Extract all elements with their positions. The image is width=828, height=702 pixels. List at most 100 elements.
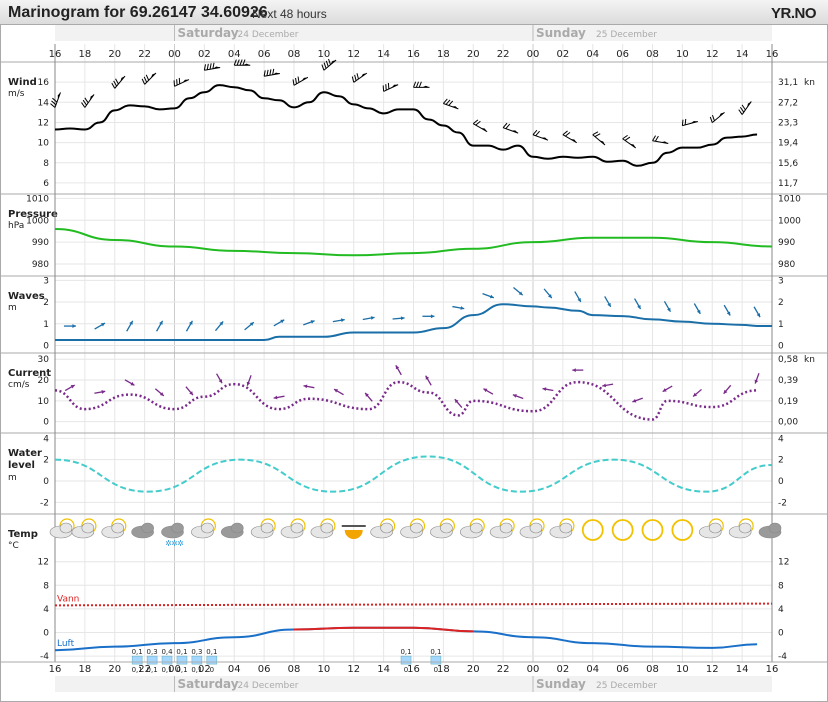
y-tick-label: 14	[38, 98, 50, 108]
hour-tick-label: 08	[288, 664, 301, 675]
y-tick-label: 3	[43, 276, 49, 286]
right-unit-label: kn	[804, 78, 815, 88]
right-tick-label: 0	[778, 477, 784, 487]
panel-unit: cm/s	[8, 380, 30, 390]
svg-text:✲: ✲	[177, 539, 184, 548]
y-tick-label: 990	[32, 238, 49, 248]
water-temp-label: Vann	[57, 594, 79, 604]
y-tick-label: 4	[43, 434, 49, 444]
y-tick-label: 980	[32, 260, 49, 270]
hour-tick-label: 08	[646, 664, 659, 675]
hour-tick-label: 10	[676, 664, 689, 675]
hour-tick-label: 18	[437, 664, 450, 675]
hour-tick-label: 04	[586, 664, 599, 675]
precip-min-label: 0,1	[147, 666, 158, 674]
panel-unit: °C	[8, 541, 19, 551]
hour-tick-label: 10	[318, 664, 331, 675]
y-tick-label: 1	[43, 320, 49, 330]
y-tick-label: 12	[38, 118, 49, 128]
right-tick-label: 990	[778, 238, 795, 248]
hour-tick-label: 14	[736, 664, 749, 675]
panel-label: Water	[8, 448, 42, 459]
right-tick-label: 19,4	[778, 139, 798, 149]
right-tick-label: 0,19	[778, 397, 798, 407]
panel-label: Waves	[8, 291, 45, 302]
y-tick-label: 10	[38, 397, 50, 407]
right-tick-label: 2	[778, 298, 784, 308]
right-tick-label: -4	[778, 652, 787, 662]
day-date: 25 December	[596, 30, 657, 40]
hour-tick-label: 16	[49, 664, 62, 675]
precip-bar	[400, 655, 412, 665]
y-tick-label: 6	[43, 179, 49, 189]
hour-tick-label: 12	[347, 664, 360, 675]
precip-max-label: 0,1	[430, 648, 441, 656]
right-tick-label: 31,1	[778, 78, 798, 88]
precip-min-label: 0,1	[191, 666, 202, 674]
right-tick-label: 2	[778, 456, 784, 466]
y-tick-label: 30	[38, 355, 50, 365]
right-unit-label: kn	[804, 355, 815, 365]
precip-bar	[131, 655, 143, 665]
right-tick-label: 0	[778, 341, 784, 351]
y-tick-label: 0	[43, 418, 49, 428]
y-tick-label: 10	[38, 139, 50, 149]
right-tick-label: -2	[778, 498, 787, 508]
hour-tick-label: 06	[258, 664, 271, 675]
y-tick-label: 0	[43, 341, 49, 351]
y-tick-label: 4	[43, 605, 49, 615]
right-tick-label: 12	[778, 558, 789, 568]
precip-min-label: 0,1	[161, 666, 172, 674]
day-name: Sunday	[536, 26, 586, 40]
hour-tick-label: 00	[527, 664, 540, 675]
hour-tick-label: 06	[616, 664, 629, 675]
precip-bar	[146, 655, 158, 665]
day-date: 24 December	[238, 30, 299, 40]
hour-tick-label: 20	[108, 664, 121, 675]
right-tick-label: 15,6	[778, 159, 798, 169]
right-tick-label: 1010	[778, 194, 801, 204]
precip-max-label: 0,4	[161, 648, 173, 656]
right-tick-label: 0,39	[778, 376, 798, 386]
air-temp-label: Luft	[57, 639, 75, 649]
panel-unit: hPa	[8, 221, 24, 231]
precip-min-label: 0	[404, 666, 408, 674]
panel-label: level	[8, 460, 35, 471]
precip-max-label: 0,1	[176, 648, 187, 656]
y-tick-label: 0	[43, 477, 49, 487]
precip-min-label: 0	[210, 666, 214, 674]
right-tick-label: 3	[778, 276, 784, 286]
hour-tick-label: 02	[557, 664, 570, 675]
precip-bar	[191, 655, 203, 665]
panel-label: Wind	[8, 77, 37, 88]
hour-tick-label: 16	[407, 664, 420, 675]
y-tick-label: 2	[43, 456, 49, 466]
y-tick-label: 8	[43, 159, 49, 169]
y-tick-label: 0	[43, 629, 49, 639]
y-tick-label: 20	[38, 376, 50, 386]
precip-max-label: 0,1	[132, 648, 143, 656]
precip-max-label: 0,3	[147, 648, 158, 656]
precip-min-label: 0,1	[132, 666, 143, 674]
right-tick-label: 23,3	[778, 118, 798, 128]
day-date: 24 December	[238, 681, 299, 691]
y-tick-label: 16	[38, 78, 50, 88]
day-name: Saturday	[178, 26, 239, 40]
precip-max-label: 0,1	[400, 648, 411, 656]
hour-tick-label: 18	[79, 664, 92, 675]
panel-unit: m	[8, 473, 17, 483]
right-tick-label: 4	[778, 434, 784, 444]
right-tick-label: 0,58	[778, 355, 798, 365]
day-band	[55, 676, 772, 692]
hour-tick-label: 12	[706, 664, 719, 675]
y-tick-label: 1010	[26, 194, 49, 204]
y-tick-label: -4	[40, 652, 49, 662]
precip-bar	[430, 655, 442, 665]
right-tick-label: 980	[778, 260, 795, 270]
hour-tick-label: 22	[497, 664, 510, 675]
day-name: Sunday	[536, 677, 586, 691]
right-tick-label: 4	[778, 605, 784, 615]
hour-tick-label: 20	[467, 664, 480, 675]
precip-min-label: 0,1	[176, 666, 187, 674]
y-tick-label: 1000	[26, 216, 49, 226]
